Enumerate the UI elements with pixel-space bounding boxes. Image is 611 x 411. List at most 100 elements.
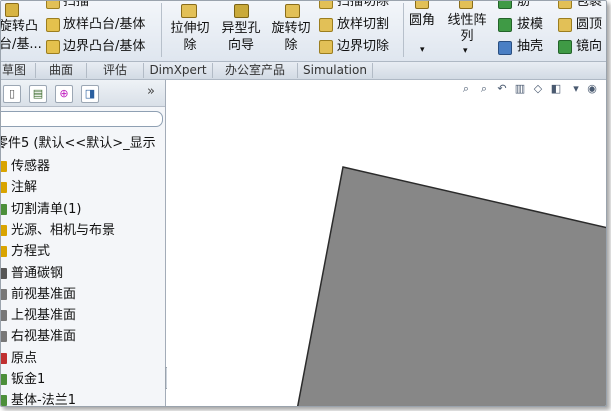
extrude-cut-label-1[interactable]: 拉伸切 xyxy=(166,21,214,36)
linear-pattern-label-2[interactable]: 列 xyxy=(441,29,493,44)
tab-evaluate[interactable]: 评估 xyxy=(87,63,144,78)
revolve-boss-button-top[interactable]: 旋转凸 xyxy=(1,19,38,34)
tab-surfaces[interactable]: 曲面 xyxy=(36,63,87,78)
tree-root-part[interactable]: 零件5 (默认<<默认>_显示 xyxy=(0,135,156,153)
dimxpert-manager-tab-icon[interactable]: ⊕ xyxy=(55,85,73,103)
plane-icon xyxy=(1,310,7,322)
display-manager-tab-icon[interactable]: ◨ xyxy=(81,85,99,103)
base-flange-icon xyxy=(1,395,7,406)
tab-simulation[interactable]: Simulation xyxy=(298,63,373,78)
draft-button[interactable]: 拔模 xyxy=(517,17,543,32)
tab-dimxpert[interactable]: DimXpert xyxy=(144,63,213,78)
sensor-icon xyxy=(1,161,7,172)
boundary-boss-button[interactable]: 边界凸台/基体 xyxy=(63,39,145,54)
graphics-area[interactable]: ⌕ ⌕ ↶ ▥ ◇ ◧ ▾ ◉ xyxy=(167,80,606,406)
tree-item-material[interactable]: 普通碳钢 xyxy=(1,265,64,283)
ribbon-separator xyxy=(403,3,404,57)
tree-item-plane[interactable]: 前视基准面 xyxy=(1,286,77,304)
mirror-icon[interactable] xyxy=(558,40,572,54)
fillet-button[interactable]: 圆角 xyxy=(409,13,435,28)
tree-item-annotation[interactable]: 注解 xyxy=(1,179,38,197)
dome-button[interactable]: 圆顶 xyxy=(576,17,602,32)
annotation-icon xyxy=(1,182,7,194)
sweep-button[interactable]: 扫描 xyxy=(63,1,89,9)
boundary-cut-icon[interactable] xyxy=(319,40,333,54)
property-manager-tab-icon[interactable]: ▤ xyxy=(29,85,47,103)
dome-icon[interactable] xyxy=(558,18,572,32)
tree-item-label: 钣金1 xyxy=(11,372,46,387)
tree-root-label: 零件5 (默认<<默认>_显示 xyxy=(0,136,156,151)
feature-manager-panel: ▯ ▤ ⊕ ◨ » 零件5 (默认<<默认>_显示 传感器注解切割清单(1) 光源… xyxy=(1,80,166,406)
revolve-boss-button-bottom[interactable]: 台/基... xyxy=(1,37,42,52)
tree-item-lights-cameras[interactable]: 光源、相机与布景 xyxy=(1,222,116,240)
linear-pattern-label-1[interactable]: 线性阵 xyxy=(441,13,493,28)
sweep-cut-icon[interactable] xyxy=(319,1,333,9)
draft-icon[interactable] xyxy=(498,18,512,32)
hole-wizard-label-1[interactable]: 异型孔 xyxy=(217,21,265,36)
lights-cameras-icon xyxy=(1,224,7,236)
plane-icon xyxy=(1,331,7,343)
hole-wizard-label-2[interactable]: 向导 xyxy=(217,38,265,53)
fillet-icon[interactable] xyxy=(415,1,429,9)
extrude-cut-label-2[interactable]: 除 xyxy=(166,38,214,53)
rib-button[interactable]: 筋 xyxy=(517,1,530,9)
model-canvas xyxy=(296,166,606,406)
tree-item-label: 原点 xyxy=(11,350,38,366)
tree-item-label: 右视基准面 xyxy=(11,329,77,345)
feature-manager-tab-icon[interactable]: ▯ xyxy=(3,85,21,103)
tree-item-base-flange[interactable]: 基体-法兰1 xyxy=(1,392,76,406)
command-manager-tabs: 草图 曲面 评估 DimXpert 办公室产品 Simulation xyxy=(1,62,606,80)
tree-item-label: 方程式 xyxy=(11,244,51,260)
tab-office-products[interactable]: 办公室产品 xyxy=(213,63,298,78)
material-icon xyxy=(1,267,7,279)
origin-icon xyxy=(1,352,7,364)
shell-button[interactable]: 抽壳 xyxy=(517,39,543,54)
sweep-icon[interactable] xyxy=(46,1,60,9)
tree-item-sheet-metal[interactable]: 钣金1 xyxy=(1,371,46,389)
linear-pattern-icon[interactable] xyxy=(459,1,473,9)
equations-icon xyxy=(1,246,7,258)
panel-toolbar: ▯ ▤ ⊕ ◨ » xyxy=(1,80,165,107)
boundary-cut-button[interactable]: 边界切除 xyxy=(337,39,389,54)
expand-panel-icon[interactable]: » xyxy=(147,84,155,99)
plane-icon xyxy=(1,288,7,300)
loft-cut-button[interactable]: 放样切割 xyxy=(337,17,389,32)
tree-item-cut-list[interactable]: 切割清单(1) xyxy=(1,201,82,219)
tree-item-plane[interactable]: 上视基准面 xyxy=(1,307,77,325)
tree-item-equations[interactable]: 方程式 xyxy=(1,243,51,261)
hole-wizard-icon[interactable] xyxy=(234,4,249,18)
loft-cut-icon[interactable] xyxy=(319,18,333,32)
tree-filter-input[interactable] xyxy=(1,111,163,127)
sheet-metal-icon xyxy=(1,374,7,385)
loft-boss-icon[interactable] xyxy=(46,18,60,32)
revolve-boss-icon[interactable] xyxy=(5,3,19,17)
revolve-cut-icon[interactable] xyxy=(285,4,300,18)
tree-item-plane[interactable]: 右视基准面 xyxy=(1,328,77,346)
fillet-dropdown-arrow[interactable]: ▾ xyxy=(420,43,425,58)
revolve-cut-label-1[interactable]: 旋转切 xyxy=(267,21,315,36)
tree-item-label: 前视基准面 xyxy=(11,286,77,302)
tree-item-label: 切割清单(1) xyxy=(11,201,82,217)
revolve-cut-label-2[interactable]: 除 xyxy=(267,38,315,53)
sweep-cut-button[interactable]: 扫描切除 xyxy=(337,1,389,9)
linear-pattern-dropdown-arrow[interactable]: ▾ xyxy=(463,44,468,59)
cut-list-icon xyxy=(1,203,7,215)
wrap-icon[interactable] xyxy=(558,1,572,9)
mirror-button[interactable]: 镜向 xyxy=(576,39,602,54)
wrap-button[interactable]: 包裹 xyxy=(576,1,602,9)
tree-item-label: 普通碳钢 xyxy=(11,265,64,281)
tree-item-label: 上视基准面 xyxy=(11,308,77,324)
shell-icon[interactable] xyxy=(498,41,512,55)
tree-item-label: 传感器 xyxy=(11,159,51,174)
loft-boss-button[interactable]: 放样凸台/基体 xyxy=(63,17,145,32)
rib-icon[interactable] xyxy=(498,1,512,9)
boundary-boss-icon[interactable] xyxy=(46,40,60,54)
tree-item-label: 注解 xyxy=(11,180,38,196)
tree-item-origin[interactable]: 原点 xyxy=(1,350,38,368)
feature-ribbon: 旋转凸 台/基... 扫描 放样凸台/基体 边界凸台/基体 拉伸切 除 异型孔 … xyxy=(1,1,606,62)
tab-sketch[interactable]: 草图 xyxy=(1,63,36,78)
tree-item-sensor[interactable]: 传感器 xyxy=(1,158,51,176)
extrude-cut-icon[interactable] xyxy=(181,4,197,18)
sheet-metal-body[interactable] xyxy=(296,166,606,406)
tree-item-label: 光源、相机与布景 xyxy=(11,222,116,238)
